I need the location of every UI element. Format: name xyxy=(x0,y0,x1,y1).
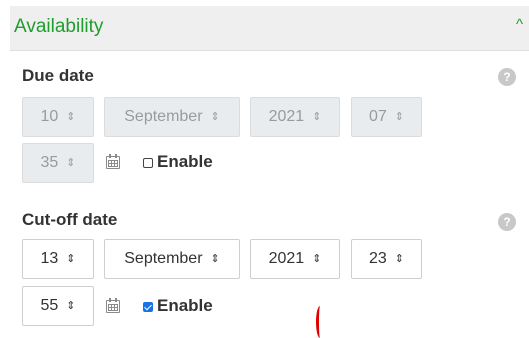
select-arrow-icon: ⇕ xyxy=(394,252,404,265)
due-date-hour-value: 07 xyxy=(368,108,387,125)
cutoff-date-enable-label[interactable]: Enable xyxy=(157,296,213,316)
select-arrow-icon: ⇕ xyxy=(210,252,220,265)
due-date-enable-checkbox[interactable] xyxy=(143,158,153,168)
select-arrow-icon: ⇕ xyxy=(66,252,76,265)
due-date-month-select[interactable]: September ⇕ xyxy=(104,97,240,137)
cutoff-date-month-select[interactable]: September ⇕ xyxy=(104,239,240,279)
section-header[interactable]: Availability ^ xyxy=(10,6,529,51)
due-date-day-select[interactable]: 10 ⇕ xyxy=(22,97,94,137)
availability-section: Availability ^ Due date ? 10 ⇕ September… xyxy=(10,0,529,338)
select-arrow-icon: ⇕ xyxy=(312,110,322,123)
select-arrow-icon: ⇕ xyxy=(66,156,76,169)
select-arrow-icon: ⇕ xyxy=(394,110,404,123)
calendar-icon[interactable] xyxy=(106,154,122,170)
select-arrow-icon: ⇕ xyxy=(312,252,322,265)
due-date-year-select[interactable]: 2021 ⇕ xyxy=(250,97,340,137)
due-date-minute-select[interactable]: 35 ⇕ xyxy=(22,143,94,183)
cutoff-date-help-icon[interactable]: ? xyxy=(498,213,516,231)
calendar-icon[interactable] xyxy=(106,298,122,314)
cutoff-date-year-select[interactable]: 2021 ⇕ xyxy=(250,239,340,279)
cutoff-date-minute-value: 55 xyxy=(40,297,59,314)
cutoff-date-minute-select[interactable]: 55 ⇕ xyxy=(22,286,94,326)
cutoff-date-enable-checkbox[interactable] xyxy=(143,302,153,312)
cutoff-date-hour-select[interactable]: 23 ⇕ xyxy=(351,239,422,279)
cutoff-date-month-value: September xyxy=(124,250,203,267)
select-arrow-icon: ⇕ xyxy=(66,299,76,312)
due-date-label: Due date xyxy=(22,66,94,85)
select-arrow-icon: ⇕ xyxy=(210,110,220,123)
due-date-hour-select[interactable]: 07 ⇕ xyxy=(351,97,422,137)
cutoff-date-day-value: 13 xyxy=(40,250,59,267)
due-date-minute-value: 35 xyxy=(40,154,59,171)
cutoff-date-hour-value: 23 xyxy=(368,250,387,267)
due-date-help-icon[interactable]: ? xyxy=(498,68,516,86)
select-arrow-icon: ⇕ xyxy=(66,110,76,123)
due-date-enable-label[interactable]: Enable xyxy=(157,152,213,172)
section-title: Availability xyxy=(14,16,104,37)
chevron-up-icon[interactable]: ^ xyxy=(516,16,523,33)
due-date-year-value: 2021 xyxy=(268,108,305,125)
cutoff-date-year-value: 2021 xyxy=(268,250,305,267)
due-date-month-value: September xyxy=(124,108,203,125)
cutoff-date-label: Cut-off date xyxy=(22,210,118,229)
due-date-day-value: 10 xyxy=(40,108,59,125)
cutoff-date-day-select[interactable]: 13 ⇕ xyxy=(22,239,94,279)
red-annotation-mark xyxy=(316,306,324,338)
